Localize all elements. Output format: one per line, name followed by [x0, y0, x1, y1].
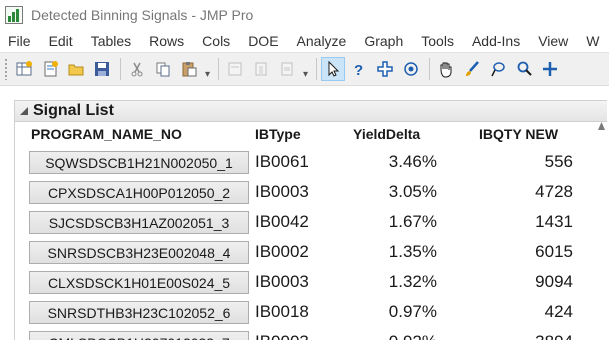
ibtype-cell: IB0003: [255, 182, 309, 201]
undo-icon[interactable]: [275, 57, 299, 81]
svg-text:?: ?: [354, 62, 363, 78]
help-tool-icon[interactable]: ?: [347, 57, 371, 81]
hand-tool-icon[interactable]: [434, 57, 458, 81]
program-button[interactable]: CPXSDSCA1H00P012050_2: [29, 181, 249, 204]
copy-icon[interactable]: [151, 57, 175, 81]
program-button[interactable]: SNRSDTHB3H23C102052_6: [29, 301, 249, 324]
scroll-up-icon[interactable]: [598, 120, 605, 130]
program-button[interactable]: SNRSDSCB3H23E002048_4: [29, 241, 249, 264]
program-button[interactable]: SJCSDSCB3H1AZ002051_3: [29, 211, 249, 234]
signal-list-outline: Signal List PROGRAM_NAME_NO IBType Yield…: [14, 100, 607, 340]
yield-cell: 3.05%: [388, 182, 437, 201]
yield-cell: 1.32%: [388, 272, 437, 291]
save-icon[interactable]: [90, 57, 114, 81]
col-header-program: PROGRAM_NAME_NO: [31, 126, 182, 142]
col-header-yield: YieldDelta: [353, 126, 421, 142]
menu-view[interactable]: View: [529, 33, 577, 49]
report-content: Signal List PROGRAM_NAME_NO IBType Yield…: [0, 86, 609, 340]
menu-tables[interactable]: Tables: [82, 33, 140, 49]
table-row: SJCSDSCB3H1AZ002051_3 IB0042 1.67% 1431: [15, 208, 607, 237]
window-title: Detected Binning Signals - JMP Pro: [31, 7, 254, 23]
toolbar-grip[interactable]: [4, 58, 8, 80]
cut-icon[interactable]: [125, 57, 149, 81]
menu-doe[interactable]: DOE: [239, 33, 287, 49]
table-row: CMLSDSCB1H207012033_7 IB0003 0.92% 3894: [15, 328, 607, 340]
menu-add-ins[interactable]: Add-Ins: [463, 33, 529, 49]
menu-graph[interactable]: Graph: [355, 33, 412, 49]
brush-tool-icon[interactable]: [460, 57, 484, 81]
toolbar-separator: [429, 58, 431, 80]
open-folder-icon[interactable]: [64, 57, 88, 81]
menu-bar: File Edit Tables Rows Cols DOE Analyze G…: [0, 30, 609, 52]
title-bar: Detected Binning Signals - JMP Pro: [0, 0, 609, 30]
menu-tools[interactable]: Tools: [412, 33, 463, 49]
toolbar-separator: [316, 58, 318, 80]
yield-cell: 1.67%: [388, 212, 437, 231]
toolbar-overflow-icon[interactable]: ▾: [303, 69, 308, 80]
qty-cell: 4728: [535, 182, 573, 201]
new-data-table-icon[interactable]: [12, 57, 36, 81]
ibtype-cell: IB0002: [255, 242, 309, 261]
menu-edit[interactable]: Edit: [40, 33, 82, 49]
menu-window[interactable]: W: [577, 33, 608, 49]
disclosure-triangle-icon[interactable]: [17, 104, 31, 118]
qty-cell: 424: [544, 302, 573, 321]
yield-cell: 1.35%: [388, 242, 437, 261]
program-button[interactable]: SQWSDSCB1H21N002050_1: [29, 151, 249, 174]
menu-analyze[interactable]: Analyze: [288, 33, 356, 49]
col-header-qty: IBQTY NEW: [479, 126, 559, 142]
jmp-app-icon: [5, 6, 23, 24]
ibtype-cell: IB0042: [255, 212, 309, 231]
table-row: CPXSDSCA1H00P012050_2 IB0003 3.05% 4728: [15, 178, 607, 207]
yield-cell: 0.97%: [388, 302, 437, 321]
lasso-tool-icon[interactable]: [399, 57, 423, 81]
program-button[interactable]: CMLSDSCB1H207012033_7: [29, 331, 249, 340]
plus-icon[interactable]: [538, 57, 562, 81]
table-row: SNRSDSCB3H23E002048_4 IB0002 1.35% 6015: [15, 238, 607, 267]
magnifier-icon[interactable]: [512, 57, 536, 81]
ibtype-cell: IB0061: [255, 152, 309, 171]
yield-cell: 0.92%: [389, 332, 437, 340]
crosshair-tool-icon[interactable]: [373, 57, 397, 81]
table-row: CLXSDSCK1H01E00S024_5 IB0003 1.32% 9094: [15, 268, 607, 297]
toolbar-separator: [120, 58, 121, 80]
table-row: SQWSDSCB1H21N002050_1 IB0061 3.46% 556: [15, 148, 607, 177]
col-header-ibtype: IBType: [255, 126, 301, 142]
paste-icon[interactable]: [177, 57, 201, 81]
lasso-select-icon[interactable]: [486, 57, 510, 81]
outline-title: Signal List: [33, 102, 114, 119]
arrow-tool-icon[interactable]: [321, 57, 346, 81]
program-button[interactable]: CLXSDSCK1H01E00S024_5: [29, 271, 249, 294]
run-script-icon[interactable]: [223, 57, 247, 81]
qty-cell: 3894: [535, 332, 573, 340]
ibtype-cell: IB0018: [255, 302, 309, 321]
yield-cell: 3.46%: [388, 152, 437, 171]
ibtype-cell: IB0003: [255, 332, 309, 340]
qty-cell: 9094: [535, 272, 573, 291]
outline-header[interactable]: Signal List: [15, 100, 607, 122]
grab-icon[interactable]: [249, 57, 273, 81]
qty-cell: 6015: [535, 242, 573, 261]
toolbar: ▾ ▾ ?: [0, 52, 609, 86]
toolbar-separator: [218, 58, 220, 80]
ibtype-cell: IB0003: [255, 272, 309, 291]
menu-cols[interactable]: Cols: [193, 33, 239, 49]
qty-cell: 556: [544, 152, 573, 171]
new-script-icon[interactable]: [38, 57, 62, 81]
toolbar-overflow-icon[interactable]: ▾: [205, 69, 210, 80]
menu-file[interactable]: File: [0, 33, 40, 49]
menu-rows[interactable]: Rows: [140, 33, 193, 49]
qty-cell: 1431: [535, 212, 573, 231]
table-row: SNRSDTHB3H23C102052_6 IB0018 0.97% 424: [15, 298, 607, 327]
